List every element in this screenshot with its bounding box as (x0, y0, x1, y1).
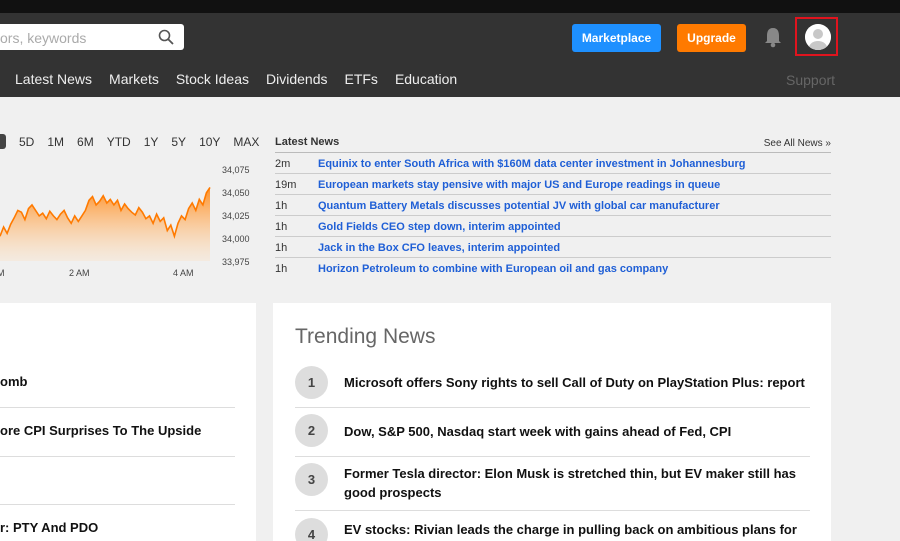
marketplace-button[interactable]: Marketplace (572, 24, 661, 52)
news-link[interactable]: Equinix to enter South Africa with $160M… (318, 158, 745, 170)
market-chart: 5D 1M 6M YTD 1Y 5Y 10Y MAX 34,075 34,050… (0, 97, 265, 297)
period-max[interactable]: MAX (233, 135, 259, 149)
user-avatar-icon[interactable] (805, 24, 831, 50)
divider (295, 407, 810, 408)
divider (0, 407, 235, 408)
trending-news-title: Trending News (295, 325, 436, 348)
rank-badge: 3 (295, 463, 328, 496)
y-tick-label: 34,025 (222, 211, 250, 221)
news-time: 2m (275, 158, 291, 170)
news-row: 1h Jack in the Box CFO leaves, interim a… (275, 237, 831, 258)
news-row: 19m European markets stay pensive with m… (275, 174, 831, 195)
news-link[interactable]: Gold Fields CEO step down, interim appoi… (318, 221, 561, 233)
search-icon[interactable] (158, 29, 174, 45)
divider (295, 456, 810, 457)
trending-headline[interactable]: Former Tesla director: Elon Musk is stre… (344, 464, 810, 502)
period-10y[interactable]: 10Y (199, 135, 220, 149)
search-box[interactable]: ors, keywords (0, 24, 184, 50)
nav-education[interactable]: Education (395, 71, 457, 87)
period-1m[interactable]: 1M (47, 135, 64, 149)
latest-news-title: Latest News (275, 136, 340, 148)
rank-badge: 1 (295, 366, 328, 399)
news-time: 1h (275, 200, 288, 212)
news-link[interactable]: Quantum Battery Metals discusses potenti… (318, 200, 720, 212)
user-menu-button[interactable] (795, 17, 838, 56)
period-active-marker[interactable] (0, 134, 6, 149)
nav-stock-ideas[interactable]: Stock Ideas (176, 71, 249, 87)
article-link[interactable]: r: PTY And PDO (0, 520, 98, 535)
rank-badge: 2 (295, 414, 328, 447)
divider (295, 510, 810, 511)
news-row: 1h Gold Fields CEO step down, interim ap… (275, 216, 831, 237)
rank-badge: 4 (295, 518, 328, 541)
news-link[interactable]: Jack in the Box CFO leaves, interim appo… (318, 242, 560, 254)
news-row: 1h Horizon Petroleum to combine with Eur… (275, 258, 831, 279)
trending-news-panel: Trending News 1 Microsoft offers Sony ri… (273, 303, 831, 541)
news-time: 19m (275, 179, 297, 191)
x-tick-label: 2 AM (69, 268, 90, 278)
trending-headline[interactable]: EV stocks: Rivian leads the charge in pu… (344, 520, 810, 539)
bell-icon[interactable] (763, 26, 783, 48)
period-selector: 5D 1M 6M YTD 1Y 5Y 10Y MAX (0, 134, 272, 149)
nav-etfs[interactable]: ETFs (344, 71, 377, 87)
y-tick-label: 33,975 (222, 257, 250, 267)
browser-top-strip (0, 0, 900, 13)
period-6m[interactable]: 6M (77, 135, 94, 149)
x-tick-partial: M (0, 268, 5, 278)
article-link[interactable]: ore CPI Surprises To The Upside (0, 423, 201, 438)
support-link[interactable]: Support (786, 72, 835, 88)
news-row: 2m Equinix to enter South Africa with $1… (275, 153, 831, 174)
period-ytd[interactable]: YTD (107, 135, 131, 149)
trending-headline[interactable]: Microsoft offers Sony rights to sell Cal… (344, 373, 810, 392)
left-article-panel: omb ore CPI Surprises To The Upside r: P… (0, 303, 256, 541)
news-time: 1h (275, 242, 288, 254)
nav-latest-news[interactable]: Latest News (15, 71, 92, 87)
news-link[interactable]: European markets stay pensive with major… (318, 179, 720, 191)
search-input[interactable]: ors, keywords (0, 30, 86, 46)
divider (0, 504, 235, 505)
period-1y[interactable]: 1Y (144, 135, 159, 149)
y-tick-label: 34,050 (222, 188, 250, 198)
divider (0, 456, 235, 457)
nav-dividends[interactable]: Dividends (266, 71, 327, 87)
news-link[interactable]: Horizon Petroleum to combine with Europe… (318, 263, 668, 275)
nav-markets[interactable]: Markets (109, 71, 159, 87)
article-link[interactable]: omb (0, 374, 27, 389)
chart-plot (0, 186, 211, 261)
see-all-news-link[interactable]: See All News » (764, 138, 831, 149)
site-header: ors, keywords Marketplace Upgrade Latest… (0, 13, 900, 97)
news-time: 1h (275, 263, 288, 275)
x-tick-label: 4 AM (173, 268, 194, 278)
latest-news-panel: Latest News See All News » 2m Equinix to… (275, 136, 831, 279)
main-nav: Latest News Markets Stock Ideas Dividend… (15, 71, 474, 87)
period-5y[interactable]: 5Y (171, 135, 186, 149)
news-row: 1h Quantum Battery Metals discusses pote… (275, 195, 831, 216)
y-tick-label: 34,075 (222, 165, 250, 175)
news-time: 1h (275, 221, 288, 233)
period-5d[interactable]: 5D (19, 135, 34, 149)
trending-headline[interactable]: Dow, S&P 500, Nasdaq start week with gai… (344, 422, 810, 441)
upgrade-button[interactable]: Upgrade (677, 24, 746, 52)
y-tick-label: 34,000 (222, 234, 250, 244)
